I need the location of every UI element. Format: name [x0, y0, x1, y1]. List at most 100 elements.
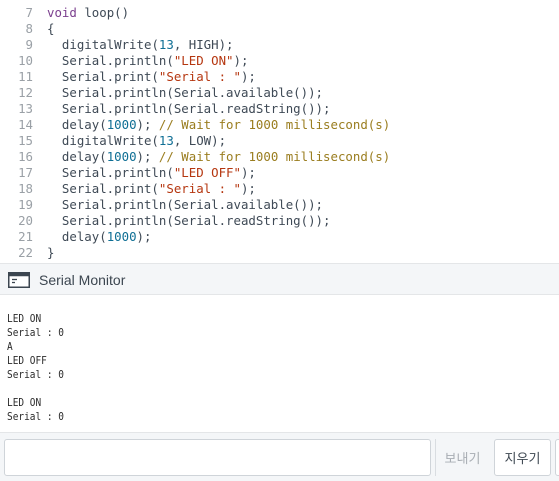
line-number: 19 — [18, 197, 33, 212]
code-token: loop — [84, 5, 115, 20]
line-number: 21 — [18, 229, 33, 244]
code-token: Serial.println(Serial.available()); — [47, 197, 324, 212]
line-number: 11 — [18, 69, 33, 84]
code-token: () — [114, 5, 130, 20]
code-token: , HIGH); — [173, 37, 234, 52]
code-text: Serial.println(Serial.readString()); — [47, 101, 331, 117]
serial-output-line: Serial : 0 — [7, 368, 64, 381]
code-text: delay(1000); // Wait for 1000 millisecon… — [47, 149, 390, 165]
code-token: Serial.print( — [47, 69, 159, 84]
code-token: delay( — [47, 117, 107, 132]
line-number: 20 — [18, 213, 33, 228]
code-line[interactable]: 13 Serial.println(Serial.readString()); — [0, 101, 559, 117]
code-line[interactable]: 8{ — [0, 21, 559, 37]
code-token: Serial.print( — [47, 181, 159, 196]
code-token: delay( — [47, 229, 107, 244]
code-token: 1000 — [106, 229, 137, 244]
serial-monitor-header: Serial Monitor — [0, 263, 559, 295]
line-number: 17 — [18, 165, 33, 180]
code-text: Serial.print("Serial : "); — [47, 181, 256, 197]
code-token: ( — [151, 37, 159, 52]
code-token: Serial.println(Serial.readString()); — [47, 213, 331, 228]
code-token: , LOW); — [173, 133, 227, 148]
code-token: // Wait for 1000 millisecond(s) — [158, 117, 391, 132]
code-token: Serial.println(Serial.readString()); — [47, 101, 331, 116]
code-line[interactable]: 17 Serial.println("LED OFF"); — [0, 165, 559, 181]
serial-output-line: LED OFF — [7, 354, 47, 367]
code-line[interactable]: 12 Serial.println(Serial.available()); — [0, 85, 559, 101]
code-token: ); — [136, 149, 159, 164]
code-text: digitalWrite(13, LOW); — [47, 133, 226, 149]
send-button[interactable]: 보내기 — [435, 439, 489, 476]
code-text: digitalWrite(13, HIGH); — [47, 37, 234, 53]
serial-output-line: A — [7, 340, 13, 353]
line-number: 8 — [25, 21, 33, 36]
serial-monitor-output[interactable]: LED ON Serial : 0 A LED OFF Serial : 0 LED ON… — [0, 295, 559, 432]
serial-output-line: LED ON — [7, 396, 42, 409]
serial-output-line: Serial : 0 — [7, 326, 64, 339]
line-number: 15 — [18, 133, 33, 148]
code-token: digitalWrite( — [47, 133, 159, 148]
code-token: void — [47, 5, 77, 20]
line-number: 7 — [25, 5, 33, 20]
code-text: void loop() — [47, 5, 129, 21]
code-line[interactable]: 20 Serial.println(Serial.readString()); — [0, 213, 559, 229]
code-token: ); — [136, 117, 159, 132]
code-token: ); — [240, 69, 256, 84]
line-number: 10 — [18, 53, 33, 68]
code-token: // Wait for 1000 millisecond(s) — [158, 149, 391, 164]
code-token: ); — [233, 53, 249, 68]
code-text: Serial.println(Serial.readString()); — [47, 213, 331, 229]
serial-send-input[interactable] — [4, 439, 431, 476]
serial-input-bar: 보내기 지우기 — [0, 432, 559, 481]
serial-monitor-title: Serial Monitor — [39, 272, 126, 288]
code-text: Serial.print("Serial : "); — [47, 69, 256, 85]
code-text: Serial.println("LED ON"); — [47, 53, 249, 69]
line-number: 14 — [18, 117, 33, 132]
line-number: 12 — [18, 85, 33, 100]
code-token: ); — [240, 165, 256, 180]
code-line[interactable]: 19 Serial.println(Serial.available()); — [0, 197, 559, 213]
code-line[interactable]: 15 digitalWrite(13, LOW); — [0, 133, 559, 149]
code-text: { — [47, 21, 54, 37]
code-editor[interactable]: 7 void loop() 8{9 digitalWrite(13, HIGH); 1… — [0, 0, 559, 263]
code-token: digitalWrite — [47, 37, 152, 52]
code-token: 1000 — [106, 149, 137, 164]
code-token: 13 — [158, 133, 174, 148]
code-line[interactable]: 14 delay(1000); // Wait for 1000 millise… — [0, 117, 559, 133]
code-text: Serial.println(Serial.available()); — [47, 85, 323, 101]
serial-output-line: Serial : 0 — [7, 410, 64, 423]
code-line[interactable]: 7 void loop() — [0, 5, 559, 21]
code-token: } — [47, 245, 55, 260]
serial-output-line: LED ON — [7, 312, 42, 325]
code-token: ); — [240, 181, 256, 196]
code-text: } — [47, 245, 54, 261]
code-line[interactable]: 11 Serial.print("Serial : "); — [0, 69, 559, 85]
code-token: Serial.println( — [47, 165, 174, 180]
code-token: "Serial : " — [158, 181, 241, 196]
code-token: delay( — [47, 149, 107, 164]
code-line[interactable]: 16 delay(1000); // Wait for 1000 millise… — [0, 149, 559, 165]
code-text: Serial.println(Serial.available()); — [47, 197, 323, 213]
code-line[interactable]: 21 delay(1000); — [0, 229, 559, 245]
line-number: 18 — [18, 181, 33, 196]
code-line[interactable]: 18 Serial.print("Serial : "); — [0, 181, 559, 197]
code-token: 13 — [158, 37, 174, 52]
line-number: 13 — [18, 101, 33, 116]
code-line[interactable]: 9 digitalWrite(13, HIGH); — [0, 37, 559, 53]
code-text: delay(1000); — [47, 229, 152, 245]
partially-visible-button[interactable] — [555, 439, 559, 476]
code-token: { — [47, 21, 55, 36]
serial-monitor-window-icon — [8, 272, 30, 288]
code-token: ); — [136, 229, 152, 244]
line-number: 16 — [18, 149, 33, 164]
code-token: "LED ON" — [173, 53, 234, 68]
code-line[interactable]: 22} — [0, 245, 559, 261]
code-token: 1000 — [106, 117, 137, 132]
code-token: Serial.println(Serial.available()); — [47, 85, 324, 100]
clear-button[interactable]: 지우기 — [494, 439, 551, 476]
code-token: "Serial : " — [158, 69, 241, 84]
code-text: delay(1000); // Wait for 1000 millisecon… — [47, 117, 390, 133]
code-token: "LED OFF" — [173, 165, 241, 180]
code-line[interactable]: 10 Serial.println("LED ON"); — [0, 53, 559, 69]
